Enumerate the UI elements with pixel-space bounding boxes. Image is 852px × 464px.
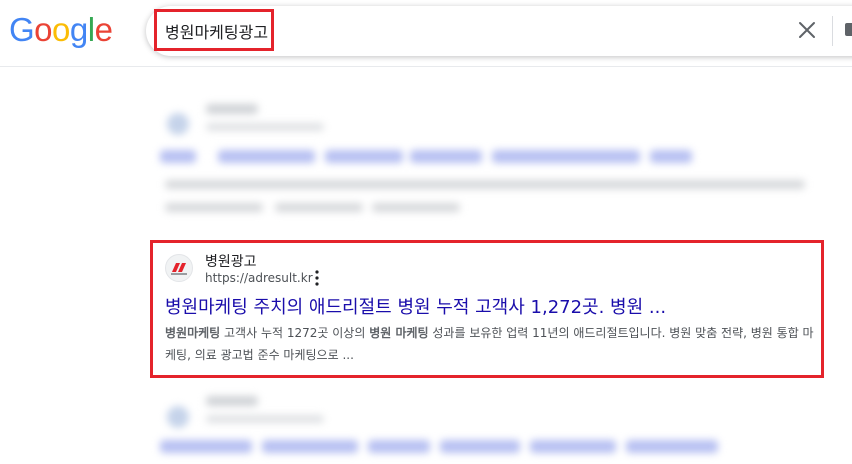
more-vert-icon[interactable] xyxy=(311,269,323,287)
blurred-result-below xyxy=(0,384,852,464)
result-snippet: 병원마케팅 고객사 누적 1272곳 이상의 병원 마케팅 성과를 보유한 업력… xyxy=(165,322,820,366)
result-url[interactable]: https://adresult.kr xyxy=(205,271,313,285)
snippet-bold-keyword: 병원마케팅 xyxy=(165,326,221,340)
snippet-bold-keyword: 병원 마케팅 xyxy=(369,326,429,340)
snippet-text: 고객사 누적 1272곳 이상의 xyxy=(220,326,370,340)
result-site-name[interactable]: 병원광고 xyxy=(205,251,257,271)
result-title-link[interactable]: 병원마케팅 주치의 애드리절트 병원 누적 고객사 1,272곳. 병원 ... xyxy=(165,293,666,319)
blurred-result-above xyxy=(0,0,852,240)
site-favicon[interactable] xyxy=(165,254,193,282)
